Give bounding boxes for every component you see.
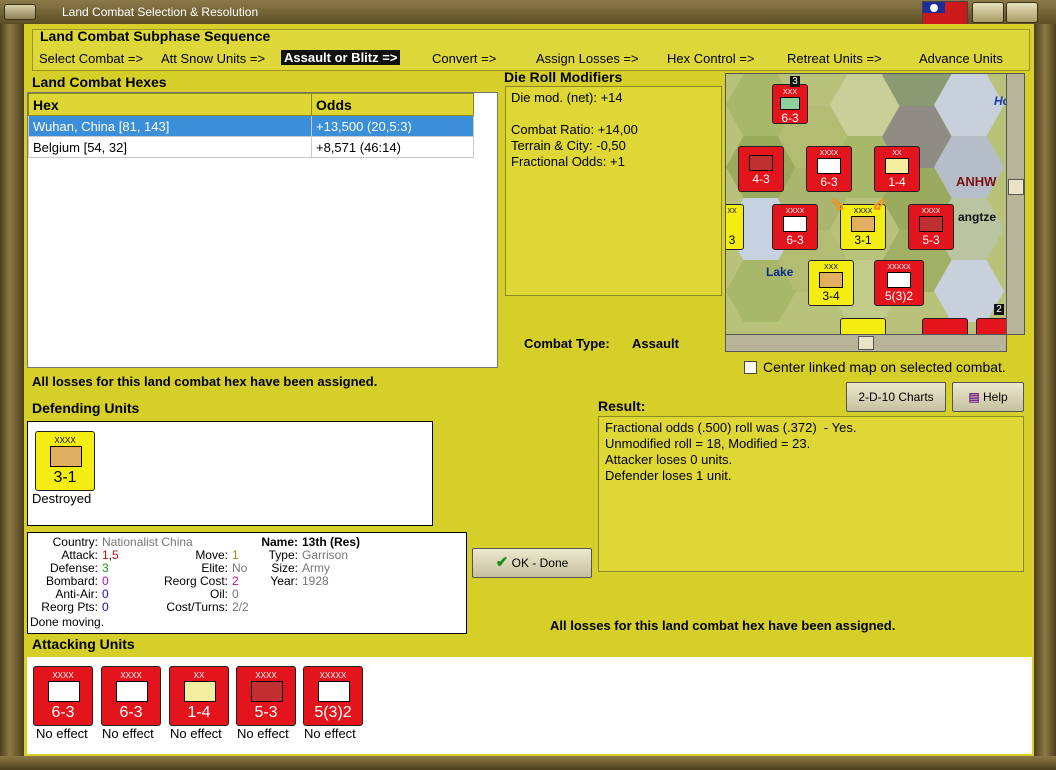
attacking-units-title: Attacking Units [32, 636, 135, 652]
map-counter[interactable] [976, 318, 1006, 334]
step-assign-losses[interactable]: Assign Losses => [536, 51, 639, 66]
result-line: Defender loses 1 unit. [605, 468, 732, 483]
hex-cell: Wuhan, China [81, 143] [28, 115, 312, 137]
die-roll-modifiers-title: Die Roll Modifiers [504, 69, 623, 85]
map-counter[interactable]: XX 1-4 [874, 146, 920, 192]
combat-type-label: Combat Type: [524, 336, 610, 351]
map-counter[interactable]: 4-3 [738, 146, 784, 192]
losses-assigned-message-2: All losses for this land combat hex have… [550, 618, 896, 633]
defending-units-panel: XXXX 3-1 Destroyed [27, 421, 433, 526]
map-counter[interactable] [840, 318, 886, 334]
unit-status: Done moving. [30, 615, 105, 629]
result-title: Result: [598, 398, 646, 414]
map-label-yangtze: angtze [958, 210, 997, 224]
unit-country: Nationalist China [102, 535, 193, 549]
map-counter[interactable]: XXXX 6-3 [772, 204, 818, 250]
attacking-unit-status: No effect [170, 726, 222, 741]
help-button-label: Help [983, 390, 1008, 404]
attacking-unit-counter[interactable]: XXXX 6-3 [101, 666, 161, 726]
system-menu-button[interactable] [4, 4, 36, 20]
step-hex-control[interactable]: Hex Control => [667, 51, 754, 66]
nationalist-china-flag-icon [922, 1, 968, 25]
map-horizontal-scrollbar[interactable] [725, 334, 1007, 352]
map-counter[interactable]: XXXX 6-3 [806, 146, 852, 192]
window-frame-right [1034, 24, 1056, 770]
step-select-combat[interactable]: Select Combat => [39, 51, 143, 66]
linked-map[interactable]: ANHW angtze Lake Ho XXX 6-3 4-3 XXXX 6-3… [725, 73, 1007, 335]
map-counter[interactable]: XXXX 5-3 [908, 204, 954, 250]
step-convert[interactable]: Convert => [432, 51, 496, 66]
map-label-lake: Lake [766, 265, 794, 279]
result-panel: Fractional odds (.500) roll was (.372) -… [598, 416, 1024, 572]
window-frame-left [0, 24, 24, 770]
table-row[interactable]: Belgium [54, 32] +8,571 (46:14) [28, 136, 474, 158]
map-counter[interactable]: XXXXX 5(3)2 [874, 260, 924, 306]
attacking-unit-counter[interactable]: XXXX 5-3 [236, 666, 296, 726]
result-line: Attacker loses 0 units. [605, 452, 733, 467]
subphase-title: Land Combat Subphase Sequence [40, 28, 271, 44]
attacking-unit-status: No effect [102, 726, 154, 741]
attacking-unit-counter[interactable]: XXXXX 5(3)2 [303, 666, 363, 726]
map-counter[interactable]: XXX 6-3 [772, 84, 808, 125]
center-map-checkbox[interactable] [744, 361, 757, 374]
unit-name: 13th (Res) [302, 535, 361, 549]
attack-arrows-icon: ⇘ [830, 194, 846, 214]
stack-count-badge: 3 [790, 76, 800, 87]
two-d10-charts-button[interactable]: 2-D-10 Charts [846, 382, 946, 412]
minimize-button[interactable] [972, 2, 1004, 23]
step-advance-units[interactable]: Advance Units [919, 51, 1003, 66]
center-map-label: Center linked map on selected combat. [763, 359, 1006, 375]
map-label-anhw: ANHW [956, 174, 997, 189]
result-line: Fractional odds (.500) roll was (.372) -… [605, 420, 857, 435]
step-assault-or-blitz[interactable]: Assault or Blitz => [281, 50, 401, 65]
defending-unit-counter[interactable]: XXXX 3-1 [35, 431, 95, 491]
table-row[interactable]: Wuhan, China [81, 143] +13,500 (20,5:3) [28, 115, 474, 137]
maximize-button[interactable] [1006, 2, 1038, 23]
checkmark-icon: ✔ [495, 554, 509, 571]
die-roll-modifiers-panel: Die mod. (net): +14 Combat Ratio: +14,00… [505, 86, 722, 296]
land-combat-hexes-list[interactable]: Hex Odds Wuhan, China [81, 143] +13,500 … [27, 92, 498, 368]
scroll-thumb[interactable] [858, 336, 874, 350]
odds-cell: +8,571 (46:14) [311, 136, 474, 158]
odds-cell: +13,500 (20,5:3) [311, 115, 474, 137]
combat-ratio: Combat Ratio: +14,00 [511, 122, 638, 137]
ok-done-label: OK - Done [511, 556, 569, 570]
help-button[interactable]: ▤ Help [952, 382, 1024, 412]
map-counter[interactable]: XX 3 [726, 204, 744, 250]
defending-units-title: Defending Units [32, 400, 140, 416]
attacking-unit-counter[interactable]: XXXX 6-3 [33, 666, 93, 726]
die-mod-net: Die mod. (net): +14 [511, 90, 623, 105]
terrain-city: Terrain & City: -0,50 [511, 138, 626, 153]
attack-arrows-icon: ⇙ [872, 194, 888, 214]
map-vertical-scrollbar[interactable] [1006, 73, 1025, 335]
column-header-odds[interactable]: Odds [311, 93, 474, 116]
step-retreat-units[interactable]: Retreat Units => [787, 51, 882, 66]
attacking-unit-status: No effect [237, 726, 289, 741]
window-title: Land Combat Selection & Resolution [62, 5, 259, 19]
result-line: Unmodified roll = 18, Modified = 23. [605, 436, 811, 451]
scroll-thumb[interactable] [1008, 179, 1024, 195]
ok-done-button[interactable]: ✔ OK - Done [472, 548, 592, 578]
map-counter[interactable]: XXX 3-4 [808, 260, 854, 306]
help-book-icon: ▤ [968, 390, 980, 404]
attacking-units-panel: XXXX 6-3 No effect XXXX 6-3 No effect XX… [27, 657, 1032, 754]
window-frame-bottom [0, 756, 1056, 770]
hex-cell: Belgium [54, 32] [28, 136, 312, 158]
defending-unit-status: Destroyed [32, 491, 92, 506]
losses-assigned-message: All losses for this land combat hex have… [32, 374, 378, 389]
attacking-unit-status: No effect [304, 726, 356, 741]
attacking-unit-status: No effect [36, 726, 88, 741]
map-counter[interactable] [922, 318, 968, 334]
unit-info-panel: Country: Nationalist China Attack: 1,5 D… [27, 532, 467, 634]
step-att-snow-units[interactable]: Att Snow Units => [161, 51, 265, 66]
stack-count-badge: 2 [994, 304, 1004, 315]
land-combat-hexes-title: Land Combat Hexes [32, 74, 167, 90]
attacking-unit-counter[interactable]: XX 1-4 [169, 666, 229, 726]
column-header-hex[interactable]: Hex [28, 93, 312, 116]
fractional-odds: Fractional Odds: +1 [511, 154, 625, 169]
combat-type-value: Assault [632, 336, 679, 351]
